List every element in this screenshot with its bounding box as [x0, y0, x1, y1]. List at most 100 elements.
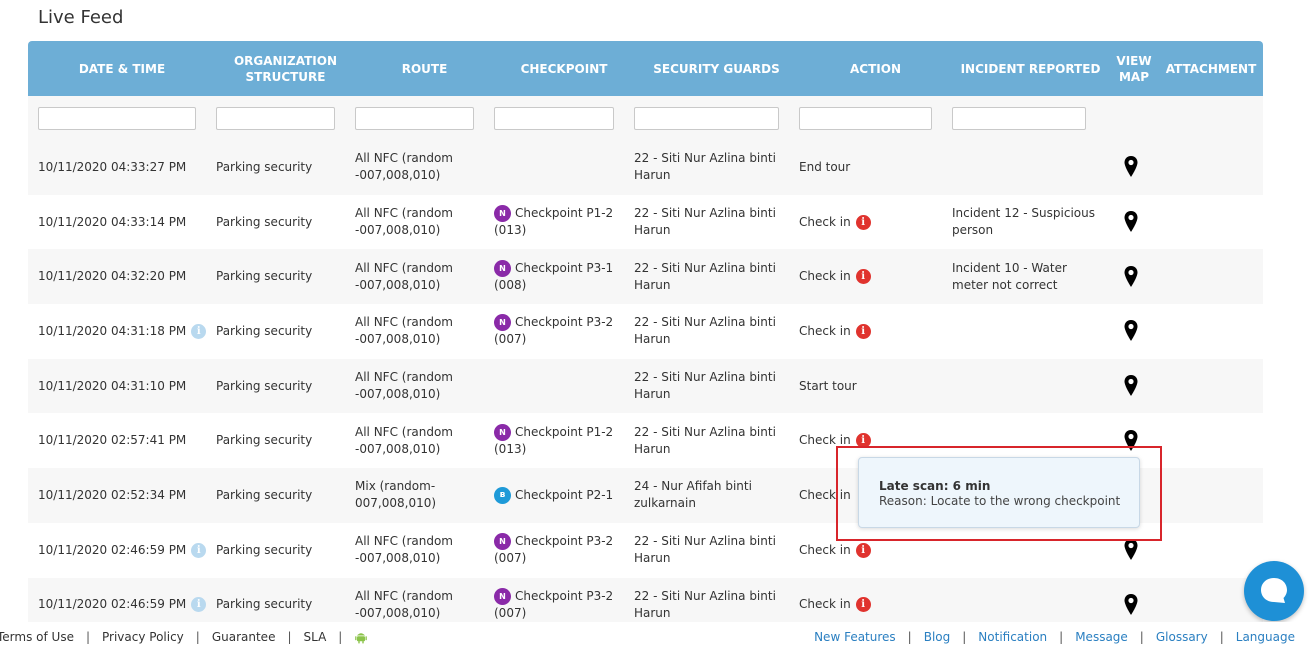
footer-notification-link[interactable]: Notification [978, 630, 1047, 644]
footer: Terms of Use | Privacy Policy | Guarante… [0, 622, 1313, 652]
row-datetime: 10/11/2020 04:31:10 PM [38, 378, 187, 393]
row-security-guard: 22 - Siti Nur Azlina binti Harun [634, 260, 776, 292]
row-organization: Parking security [216, 378, 313, 393]
row-datetime: 10/11/2020 02:46:59 PM [38, 542, 187, 557]
row-action: Start tour [799, 378, 857, 393]
row-datetime: 10/11/2020 02:57:41 PM [38, 433, 187, 448]
filter-date-time-input[interactable] [38, 106, 196, 130]
nfc-icon: N [494, 587, 511, 605]
row-datetime: 10/11/2020 02:46:59 PM [38, 597, 187, 612]
row-organization: Parking security [216, 542, 313, 557]
row-route: Mix (random-007,008,010) [355, 479, 437, 511]
alert-info-icon[interactable]: i [855, 269, 871, 285]
header-route[interactable]: ROUTE [355, 61, 494, 77]
checkpoint-name: Checkpoint P3-2 (007) [494, 315, 614, 347]
android-icon[interactable] [354, 630, 368, 644]
filter-incident-input[interactable] [952, 106, 1086, 130]
table-row[interactable]: 10/11/2020 04:31:18 PM i Parking security A… [28, 304, 1263, 359]
row-route: All NFC (random -007,008,010) [355, 534, 453, 566]
map-pin-icon[interactable] [1123, 210, 1139, 234]
checkpoint-name: Checkpoint P1-2 (013) [494, 424, 614, 456]
filter-organization-input[interactable] [216, 106, 335, 130]
alert-info-icon[interactable]: i [855, 597, 871, 613]
footer-privacy-link[interactable]: Privacy Policy [102, 630, 184, 644]
row-organization: Parking security [216, 487, 313, 502]
row-datetime: 10/11/2020 04:33:14 PM [38, 214, 187, 229]
row-security-guard: 24 - Nur Afifah binti zulkarnain [634, 479, 752, 511]
tooltip-reason: Reason: Locate to the wrong checkpoint [879, 494, 1121, 508]
info-icon[interactable]: i [191, 597, 207, 613]
row-route: All NFC (random -007,008,010) [355, 206, 453, 238]
footer-language-link[interactable]: Language [1236, 630, 1295, 644]
row-datetime: 10/11/2020 04:33:27 PM [38, 159, 187, 174]
footer-glossary-link[interactable]: Glossary [1156, 630, 1208, 644]
footer-guarantee-link[interactable]: Guarantee [212, 630, 276, 644]
chat-bubble-icon [1261, 578, 1287, 603]
bluetooth-icon: ʙ [494, 486, 511, 504]
footer-message-link[interactable]: Message [1075, 630, 1128, 644]
filter-security-guards-input[interactable] [634, 106, 779, 130]
map-pin-icon[interactable] [1123, 319, 1139, 343]
table-row[interactable]: 10/11/2020 04:33:27 PM Parking security Al… [28, 140, 1263, 195]
table-row[interactable]: 10/11/2020 04:31:10 PM Parking security Al… [28, 358, 1263, 414]
header-organization-structure[interactable]: ORGANIZATION STRUCTURE [216, 53, 355, 85]
header-action[interactable]: ACTION [799, 61, 952, 77]
filter-checkpoint-input[interactable] [494, 106, 614, 130]
alert-info-icon[interactable]: i [855, 323, 871, 339]
checkpoint-name: Checkpoint P3-2 (007) [494, 534, 614, 566]
alert-info-icon[interactable]: i [855, 542, 871, 558]
row-organization: Parking security [216, 597, 313, 612]
nfc-icon: N [494, 259, 511, 277]
table-row[interactable]: 10/11/2020 04:32:20 PM Parking security Al… [28, 249, 1263, 305]
map-pin-icon[interactable] [1123, 265, 1139, 289]
tooltip-title: Late scan: 6 min [879, 479, 991, 493]
row-action: Check in [799, 542, 851, 557]
checkpoint-name: Checkpoint P1-2 (013) [494, 206, 614, 238]
header-view-map[interactable]: VIEW MAP [1109, 53, 1159, 85]
map-pin-icon[interactable] [1123, 155, 1139, 179]
row-incident: Incident 12 - Suspicious person [952, 206, 1095, 238]
table-row[interactable]: 10/11/2020 04:33:14 PM Parking security Al… [28, 194, 1263, 250]
page-title: Live Feed [38, 7, 124, 28]
header-incident-reported[interactable]: INCIDENT REPORTED [952, 61, 1109, 77]
row-route: All NFC (random -007,008,010) [355, 370, 453, 402]
row-organization: Parking security [216, 214, 313, 229]
map-pin-icon[interactable] [1123, 374, 1139, 398]
checkpoint-name: Checkpoint P2-1 [515, 487, 614, 502]
footer-blog-link[interactable]: Blog [924, 630, 951, 644]
footer-right-links: New Features | Blog | Notification | Mes… [814, 630, 1295, 644]
info-icon[interactable]: i [191, 323, 207, 339]
checkpoint-name: Checkpoint P3-2 (007) [494, 588, 614, 620]
row-route: All NFC (random -007,008,010) [355, 315, 453, 347]
footer-sla-link[interactable]: SLA [304, 630, 327, 644]
row-action: Check in [799, 323, 851, 338]
footer-new-features-link[interactable]: New Features [814, 630, 896, 644]
map-pin-icon[interactable] [1123, 593, 1139, 617]
row-security-guard: 22 - Siti Nur Azlina binti Harun [634, 424, 776, 456]
header-date-time[interactable]: DATE & TIME [28, 61, 216, 77]
row-incident: Incident 10 - Water meter not correct [952, 260, 1067, 292]
row-organization: Parking security [216, 159, 313, 174]
row-route: All NFC (random -007,008,010) [355, 424, 453, 456]
filter-action-input[interactable] [799, 106, 932, 130]
row-action: Check in [799, 269, 851, 284]
alert-info-icon[interactable]: i [855, 214, 871, 230]
late-scan-tooltip: Late scan: 6 min Reason: Locate to the w… [858, 457, 1140, 528]
row-security-guard: 22 - Siti Nur Azlina binti Harun [634, 534, 776, 566]
nfc-icon: N [494, 533, 511, 551]
row-security-guard: 22 - Siti Nur Azlina binti Harun [634, 151, 776, 183]
header-security-guards[interactable]: SECURITY GUARDS [634, 61, 799, 77]
filter-route-input[interactable] [355, 106, 474, 130]
header-attachment[interactable]: ATTACHMENT [1159, 61, 1263, 77]
chat-button[interactable] [1244, 561, 1304, 621]
header-checkpoint[interactable]: CHECKPOINT [494, 61, 634, 77]
row-action: Check in [799, 214, 851, 229]
row-action: Check in [799, 597, 851, 612]
nfc-icon: N [494, 314, 511, 332]
row-route: All NFC (random -007,008,010) [355, 260, 453, 292]
footer-terms-link[interactable]: Terms of Use [0, 630, 74, 644]
map-pin-icon[interactable] [1123, 538, 1139, 562]
row-security-guard: 22 - Siti Nur Azlina binti Harun [634, 315, 776, 347]
info-icon[interactable]: i [191, 542, 207, 558]
nfc-icon: N [494, 423, 511, 441]
